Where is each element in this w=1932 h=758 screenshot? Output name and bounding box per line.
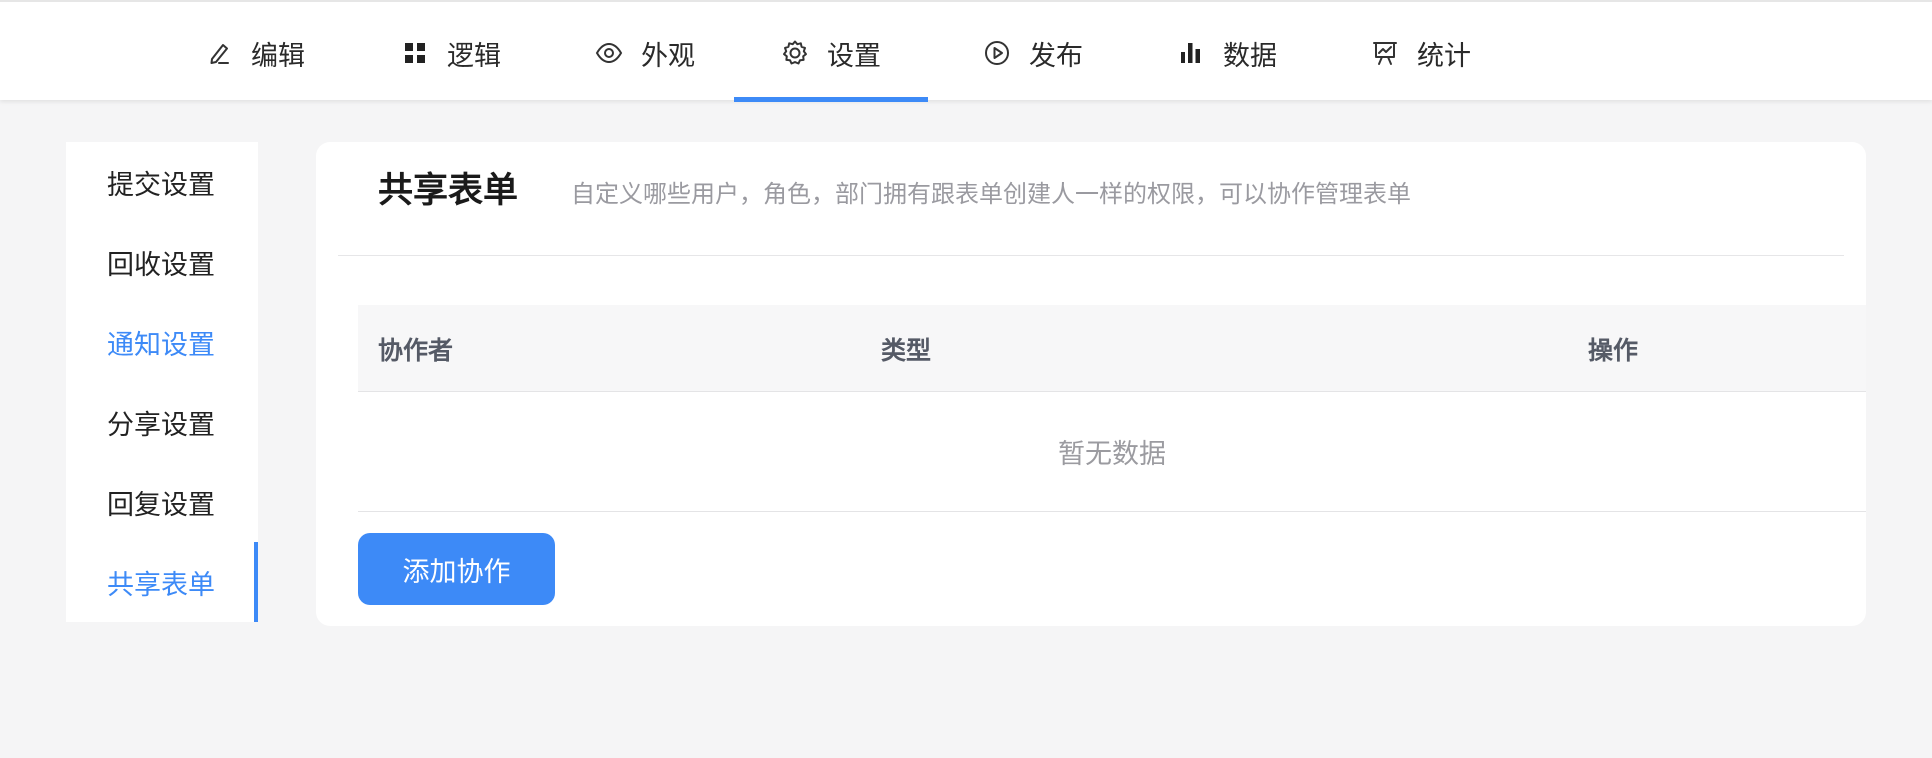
eye-icon [595,39,623,67]
sidebar-item-submit-settings[interactable]: 提交设置 [107,142,258,222]
tab-label: 发布 [1029,40,1083,72]
tab-edit[interactable]: 编辑 [200,4,310,102]
tab-publish[interactable]: 发布 [978,4,1088,102]
sidebar-active-indicator [254,542,258,622]
tab-label: 统计 [1417,40,1471,72]
sidebar-item-label: 共享表单 [107,569,215,601]
tab-appearance[interactable]: 外观 [590,4,700,102]
page-title: 共享表单 [378,171,519,211]
shared-form-panel: 共享表单 自定义哪些用户，角色，部门拥有跟表单创建人一样的权限，可以协作管理表单… [316,142,1866,626]
top-navigation: 编辑 逻辑 外观 设置 发布 数据 统计 [0,0,1932,102]
collaborators-table: 协作者 类型 操作 暂无数据 [358,305,1866,512]
column-header-actions: 操作 [1588,335,1639,365]
table-header: 协作者 类型 操作 [358,305,1866,392]
sidebar-item-label: 提交设置 [107,169,215,201]
sidebar-item-label: 分享设置 [107,409,215,441]
divider [338,255,1844,256]
column-header-collaborator: 协作者 [378,335,454,365]
tab-label: 外观 [641,40,695,72]
page-description: 自定义哪些用户，角色，部门拥有跟表单创建人一样的权限，可以协作管理表单 [571,180,1411,208]
sidebar-item-reply-settings[interactable]: 回复设置 [107,462,258,542]
sidebar-item-label: 回收设置 [107,249,215,281]
sidebar-item-collect-settings[interactable]: 回收设置 [107,222,258,302]
presentation-chart-icon [1371,39,1399,67]
play-circle-icon [983,39,1011,67]
tab-label: 逻辑 [447,40,501,72]
tab-statistics[interactable]: 统计 [1366,4,1476,102]
tab-label: 数据 [1223,40,1277,72]
sidebar-item-notification-settings[interactable]: 通知设置 [107,302,258,382]
bar-chart-icon [1177,39,1205,67]
add-collaborator-button[interactable]: 添加协作 [358,533,555,605]
grid-icon [401,39,429,67]
sidebar-item-label: 通知设置 [107,329,215,361]
sidebar-item-label: 回复设置 [107,489,215,521]
settings-sidebar: 提交设置 回收设置 通知设置 分享设置 回复设置 共享表单 [66,142,258,622]
tab-label: 编辑 [251,40,305,72]
gear-icon [781,39,809,67]
tab-logic[interactable]: 逻辑 [396,4,506,102]
table-empty-state: 暂无数据 [358,392,1866,512]
tab-label: 设置 [827,40,881,72]
empty-text: 暂无数据 [1058,439,1166,470]
tab-settings[interactable]: 设置 [734,4,928,102]
tab-data[interactable]: 数据 [1172,4,1282,102]
sidebar-item-share-settings[interactable]: 分享设置 [107,382,258,462]
column-header-type: 类型 [881,335,932,365]
sidebar-item-shared-form[interactable]: 共享表单 [107,542,258,622]
edit-icon [205,39,233,67]
